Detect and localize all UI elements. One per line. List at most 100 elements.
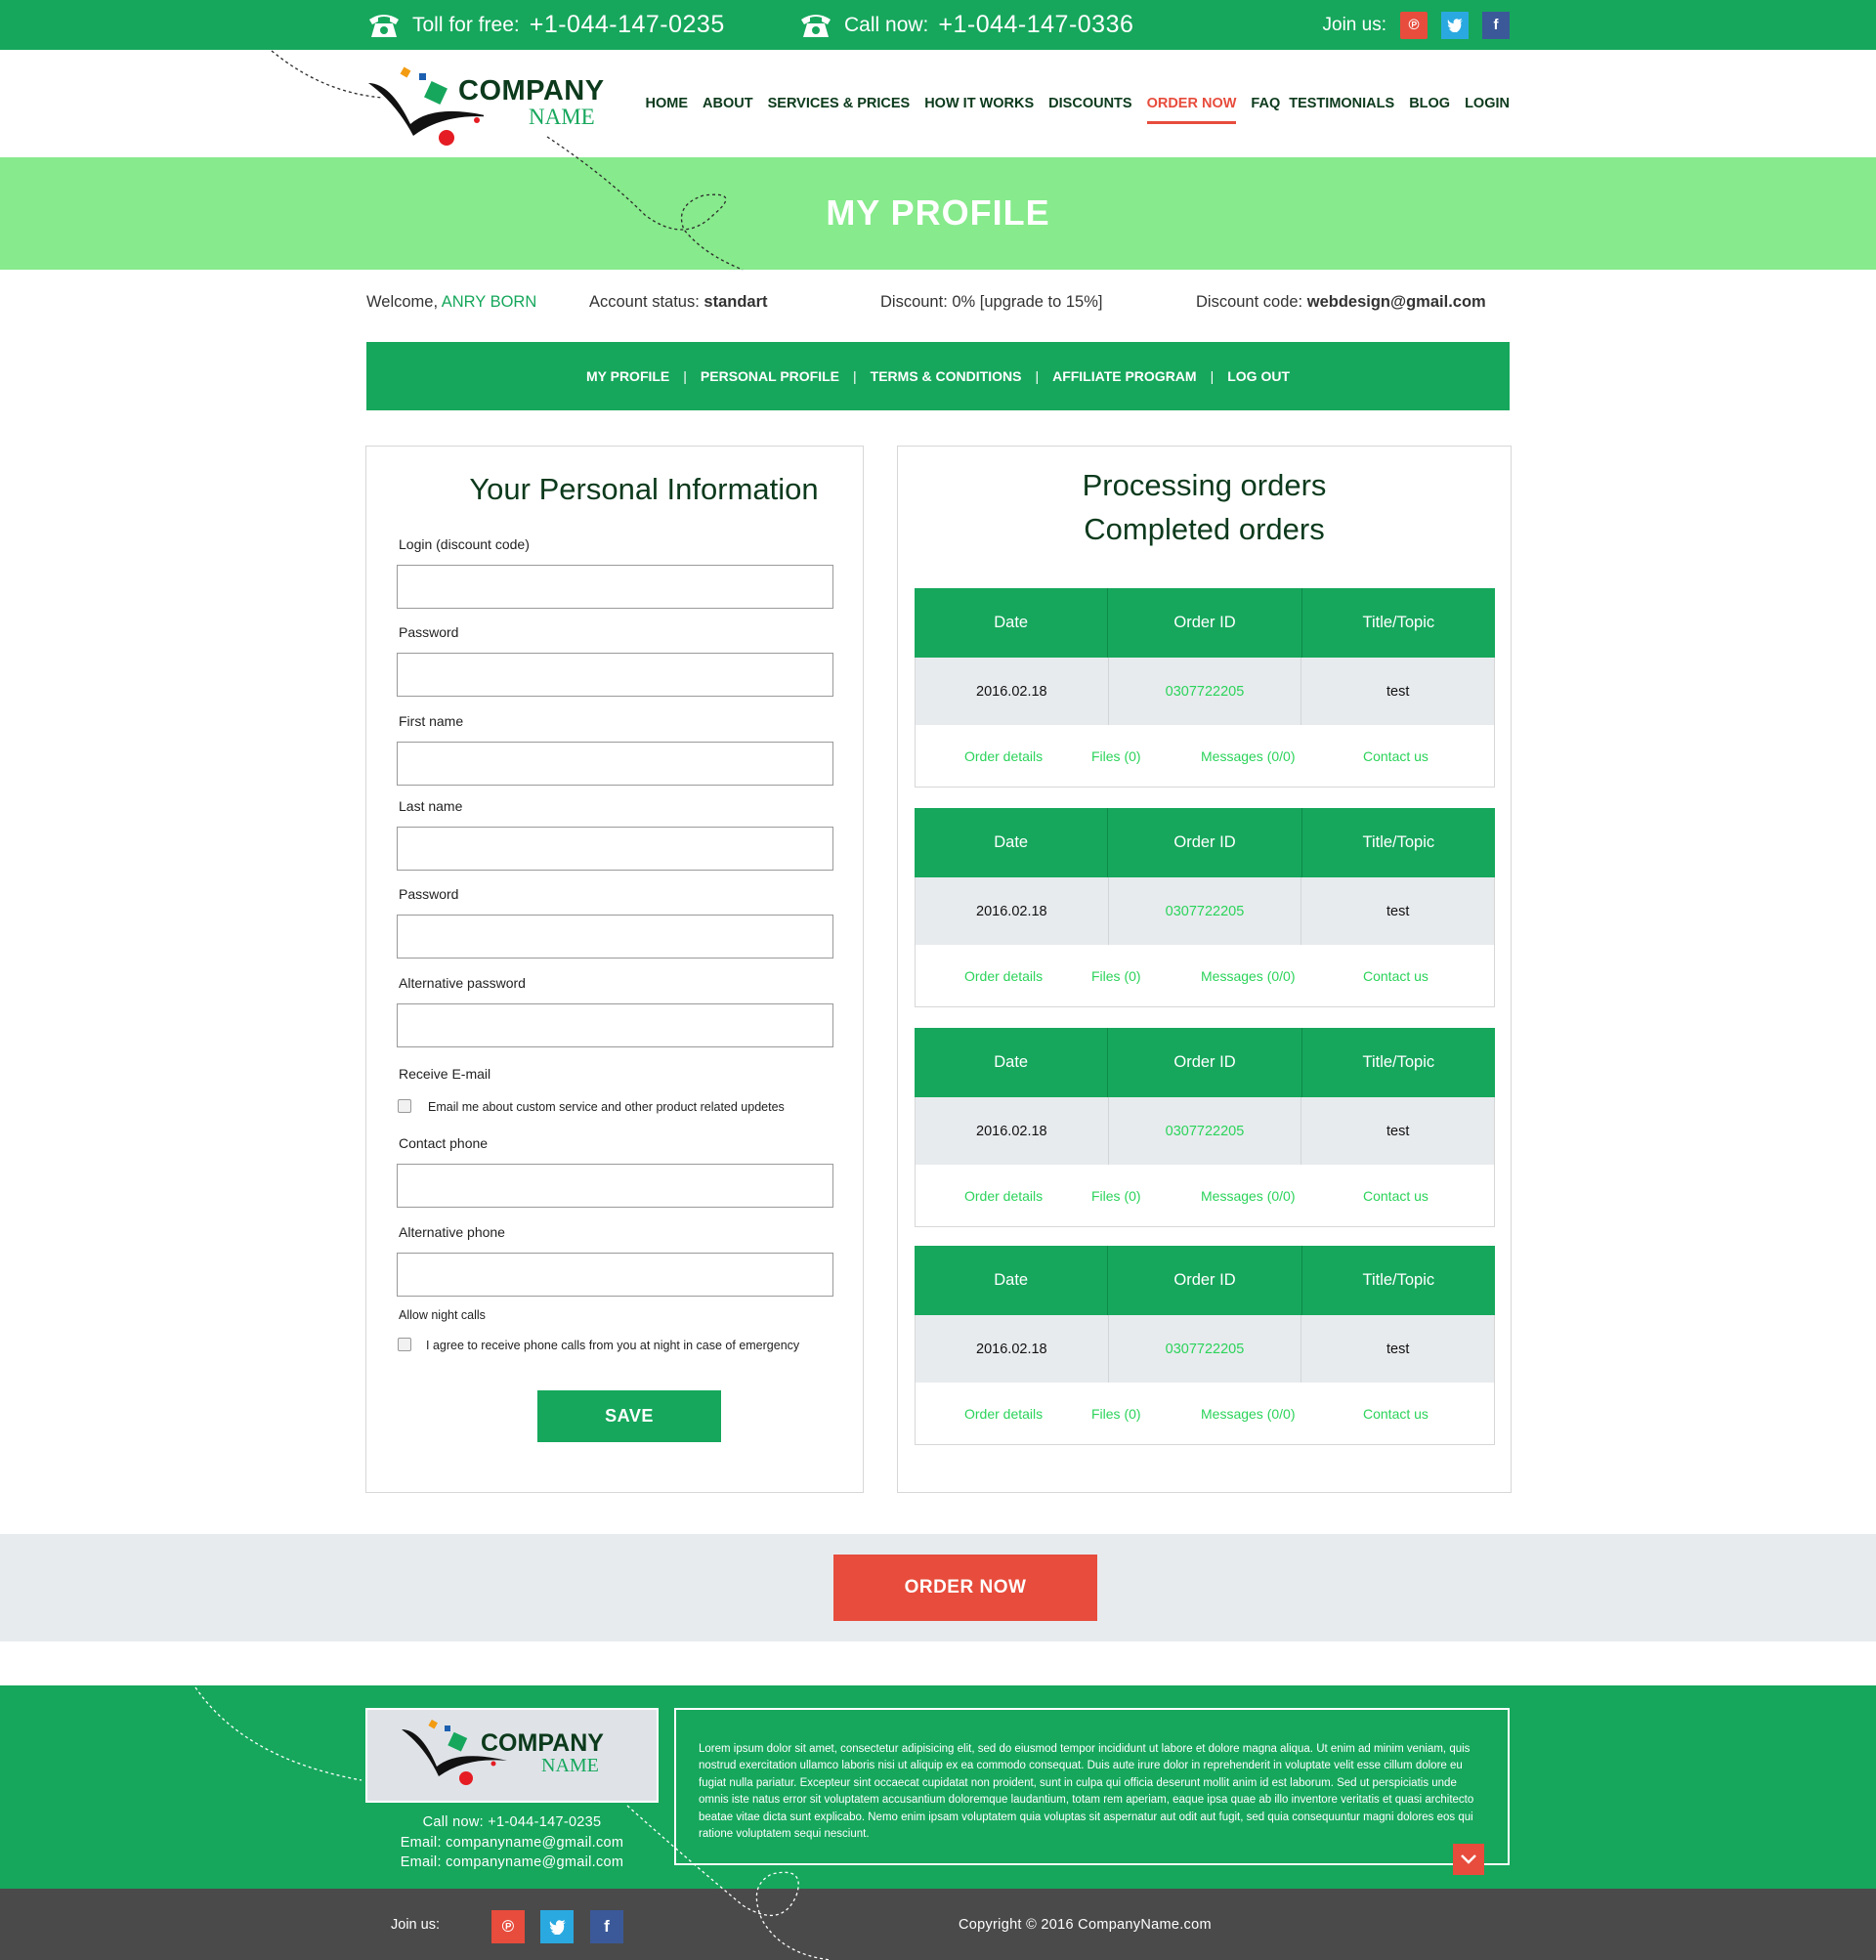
order-id[interactable]: 0307722205 — [1109, 658, 1302, 725]
account-status: Account status: standart — [589, 293, 768, 312]
files-link[interactable]: Files (0) — [1091, 968, 1141, 984]
footer-text-box: Lorem ipsum dolor sit amet, consectetur … — [674, 1708, 1510, 1875]
company-logo[interactable]: COMPANY NAME — [366, 64, 616, 151]
files-link[interactable]: Files (0) — [1091, 748, 1141, 764]
last-name-input[interactable] — [397, 827, 833, 871]
messages-link[interactable]: Messages (0/0) — [1201, 1188, 1295, 1204]
chevron-down-icon[interactable] — [1453, 1844, 1484, 1875]
order-topic: test — [1386, 903, 1410, 919]
subnav-logout[interactable]: LOG OUT — [1227, 368, 1290, 384]
login-label: Login (discount code) — [399, 536, 530, 552]
header-date: Date — [915, 808, 1109, 877]
contact-us-link[interactable]: Contact us — [1363, 1406, 1428, 1422]
order-details-link[interactable]: Order details — [964, 1188, 1043, 1204]
messages-link[interactable]: Messages (0/0) — [1201, 968, 1295, 984]
footer-email-2[interactable]: Email: companyname@gmail.com — [365, 1853, 659, 1873]
first-name-input[interactable] — [397, 742, 833, 786]
welcome-label: Welcome, — [366, 293, 439, 311]
order-details-link[interactable]: Order details — [964, 748, 1043, 764]
messages-link[interactable]: Messages (0/0) — [1201, 748, 1295, 764]
order-table: Date Order ID Title/Topic 2016.02.18 030… — [915, 1246, 1495, 1445]
order-id[interactable]: 0307722205 — [1109, 1097, 1302, 1165]
twitter-icon[interactable] — [1441, 11, 1469, 39]
user-name[interactable]: ANRY BORN — [442, 293, 537, 311]
header-order-id: Order ID — [1108, 1028, 1302, 1097]
subnav-terms[interactable]: TERMS & CONDITIONS — [871, 368, 1022, 384]
header-order-id: Order ID — [1108, 1246, 1302, 1315]
order-details-link[interactable]: Order details — [964, 968, 1043, 984]
order-details-link[interactable]: Order details — [964, 1406, 1043, 1422]
order-date: 2016.02.18 — [916, 658, 1109, 725]
toll-number[interactable]: +1-044-147-0235 — [530, 11, 725, 39]
order-table-header: Date Order ID Title/Topic — [915, 1246, 1495, 1315]
header-order-id: Order ID — [1108, 588, 1302, 658]
subnav-separator: | — [1035, 368, 1040, 384]
files-link[interactable]: Files (0) — [1091, 1406, 1141, 1422]
night-calls-checkbox-label: I agree to receive phone calls from you … — [426, 1339, 800, 1352]
login-input[interactable] — [397, 565, 833, 609]
facebook-icon[interactable]: f — [1482, 11, 1510, 39]
nav-faq[interactable]: FAQ — [1251, 93, 1280, 114]
nav-about[interactable]: ABOUT — [703, 93, 753, 114]
order-table-header: Date Order ID Title/Topic — [915, 1028, 1495, 1097]
order-id[interactable]: 0307722205 — [1109, 1315, 1302, 1383]
contact-us-link[interactable]: Contact us — [1363, 748, 1428, 764]
main-nav: HOME ABOUT SERVICES & PRICES HOW IT WORK… — [631, 50, 1510, 157]
facebook-icon[interactable]: f — [590, 1910, 623, 1943]
order-topic: test — [1386, 1123, 1410, 1139]
social-links: Join us: ℗ f — [1323, 0, 1510, 50]
nav-how-it-works[interactable]: HOW IT WORKS — [924, 93, 1034, 114]
order-table: Date Order ID Title/Topic 2016.02.18 030… — [915, 1028, 1495, 1227]
pinterest-icon[interactable]: ℗ — [491, 1910, 525, 1943]
contact-us-link[interactable]: Contact us — [1363, 1188, 1428, 1204]
toll-label: Toll for free: — [412, 13, 520, 36]
order-now-button[interactable]: ORDER NOW — [833, 1555, 1097, 1621]
header-date: Date — [915, 1028, 1109, 1097]
contact-phone-input[interactable] — [397, 1164, 833, 1208]
alt-password-label: Alternative password — [399, 975, 526, 991]
nav-discounts[interactable]: DISCOUNTS — [1048, 93, 1131, 114]
processing-orders-title[interactable]: Processing orders — [898, 468, 1511, 503]
subnav-personal-profile[interactable]: PERSONAL PROFILE — [701, 368, 839, 384]
night-calls-checkbox[interactable] — [398, 1338, 411, 1351]
password-input[interactable] — [397, 653, 833, 697]
order-id[interactable]: 0307722205 — [1109, 877, 1302, 945]
save-button[interactable]: SAVE — [537, 1390, 721, 1442]
footer-email-1[interactable]: Email: companyname@gmail.com — [365, 1833, 659, 1853]
toll-free-phone: Toll for free: +1-044-147-0235 — [365, 0, 725, 50]
password2-input[interactable] — [397, 915, 833, 959]
nav-login[interactable]: LOGIN — [1465, 93, 1510, 114]
order-topic: test — [1386, 1341, 1410, 1357]
order-links: Order details Files (0) Messages (0/0) C… — [916, 1165, 1494, 1227]
nav-blog[interactable]: BLOG — [1409, 93, 1450, 114]
order-links: Order details Files (0) Messages (0/0) C… — [916, 1383, 1494, 1445]
profile-subnav: MY PROFILE | PERSONAL PROFILE | TERMS & CO… — [366, 342, 1510, 410]
order-links: Order details Files (0) Messages (0/0) C… — [916, 945, 1494, 1007]
orders-card: Processing orders Completed orders Date … — [897, 446, 1512, 1493]
email-checkbox-label: Email me about custom service and other … — [428, 1100, 785, 1114]
nav-services-prices[interactable]: SERVICES & PRICES — [768, 93, 911, 114]
nav-testimonials[interactable]: TESTIMONIALS — [1289, 93, 1394, 114]
completed-orders-title[interactable]: Completed orders — [898, 512, 1511, 547]
messages-link[interactable]: Messages (0/0) — [1201, 1406, 1295, 1422]
contact-us-link[interactable]: Contact us — [1363, 968, 1428, 984]
discount-text: Discount: 0% [upgrade to 15%] — [880, 293, 1103, 311]
email-checkbox[interactable] — [398, 1099, 411, 1113]
logo-text-company: COMPANY — [458, 75, 605, 107]
twitter-icon[interactable] — [540, 1910, 574, 1943]
call-number[interactable]: +1-044-147-0336 — [938, 11, 1133, 39]
nav-order-now[interactable]: ORDER NOW — [1146, 93, 1236, 124]
subnav-affiliate[interactable]: AFFILIATE PROGRAM — [1052, 368, 1197, 384]
alt-phone-input[interactable] — [397, 1253, 833, 1297]
header-date: Date — [915, 1246, 1109, 1315]
subnav-separator: | — [683, 368, 687, 384]
files-link[interactable]: Files (0) — [1091, 1188, 1141, 1204]
footer-logo[interactable]: COMPANY NAME — [365, 1708, 659, 1803]
alt-password-input[interactable] — [397, 1003, 833, 1047]
footer-call[interactable]: Call now: +1-044-147-0235 — [365, 1812, 659, 1833]
table-row: 2016.02.18 0307722205 test — [916, 658, 1494, 725]
subnav-my-profile[interactable]: MY PROFILE — [586, 368, 669, 384]
order-date: 2016.02.18 — [916, 877, 1109, 945]
nav-home[interactable]: HOME — [646, 93, 689, 114]
pinterest-icon[interactable]: ℗ — [1400, 11, 1428, 39]
